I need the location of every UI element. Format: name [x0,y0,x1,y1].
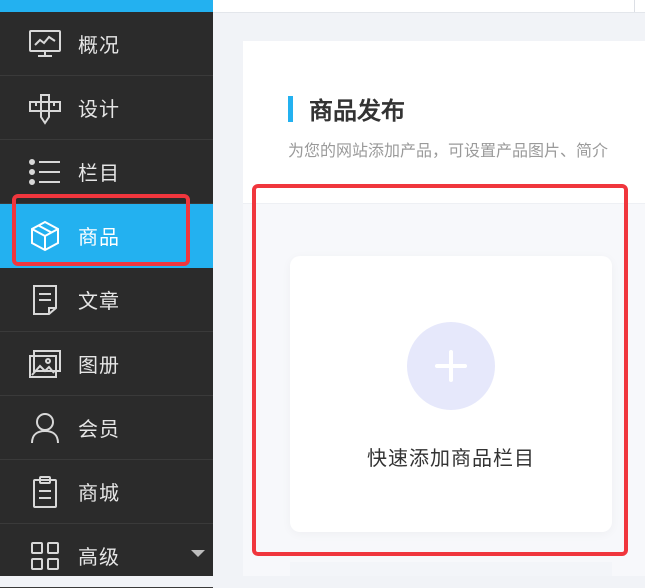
clipboard-icon [28,475,62,509]
plus-icon[interactable] [407,322,495,410]
grid-icon [28,539,62,573]
top-bar [213,0,645,13]
chart-monitor-icon [28,27,62,61]
page-subtitle: 为您的网站添加产品，可设置产品图片、简介 [288,141,609,160]
sidebar: 概况 设计 栏目 商品 文章 图册 会员 商城 高级 [0,0,213,588]
sidebar-item-overview[interactable]: 概况 [0,12,213,76]
sidebar-item-label: 设计 [78,97,120,121]
sidebar-item-members[interactable]: 会员 [0,396,213,460]
sidebar-item-mall[interactable]: 商城 [0,460,213,524]
sidebar-item-articles[interactable]: 文章 [0,268,213,332]
sidebar-item-label: 会员 [78,417,120,441]
sidebar-item-design[interactable]: 设计 [0,76,213,140]
sidebar-item-label: 商城 [78,481,120,505]
sidebar-item-products[interactable]: 商品 [0,204,213,268]
quick-add-label: 快速添加商品栏目 [367,446,535,470]
sidebar-item-gallery[interactable]: 图册 [0,332,213,396]
sidebar-item-columns[interactable]: 栏目 [0,140,213,204]
ruler-pencil-icon [28,91,62,125]
top-bar-divider [634,0,635,12]
image-gallery-icon [28,347,62,381]
quick-add-product-column-card[interactable]: 快速添加商品栏目 [290,256,612,532]
sidebar-item-label: 高级 [78,545,120,569]
next-card-edge [290,562,612,576]
title-accent-bar [288,96,293,122]
sidebar-item-label: 商品 [78,225,120,249]
page-title: 商品发布 [309,97,405,125]
sidebar-item-label: 图册 [78,353,120,377]
sidebar-item-advanced[interactable]: 高级 [0,524,213,588]
sidebar-item-label: 栏目 [78,161,120,185]
cube-icon [28,219,62,253]
sidebar-item-label: 概况 [78,33,120,57]
sidebar-top-strip [0,0,213,12]
list-icon [28,155,62,189]
document-icon [28,283,62,317]
chevron-down-icon[interactable] [191,550,205,557]
sidebar-item-label: 文章 [78,289,120,313]
page-header: 商品发布 为您的网站添加产品，可设置产品图片、简介 [243,41,645,204]
user-icon [28,411,62,445]
